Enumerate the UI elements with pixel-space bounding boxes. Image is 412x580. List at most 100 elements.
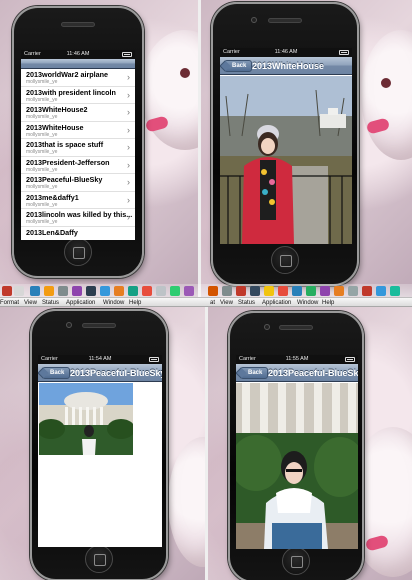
list-item[interactable]: 2013me&daffy1 mollysmile_ye › [21,192,135,209]
app-icon[interactable] [236,286,246,296]
nav-title: 2013Peaceful-BlueSky [70,368,162,378]
list-item-subtitle: mollysmile_ye [26,166,58,173]
app-icon[interactable] [390,286,400,296]
quadrant-bluesky-large: Carrier 11:55 AM Back 2013Peaceful-BlueS… [208,307,412,580]
clock-label: 11:55 AM [285,356,309,362]
list-item[interactable]: 2013worldWar2 airplane mollysmile_ye › [21,69,135,87]
nav-bar: Back 2013Peaceful-BlueSky [236,364,358,382]
chevron-right-icon: › [127,212,130,222]
clock-label: 11:46 AM [66,51,90,57]
camera-icon [264,324,270,330]
status-bar: Carrier 11:46 AM [21,50,135,59]
chevron-right-icon: › [127,159,130,170]
app-icon[interactable] [222,286,232,296]
chevron-right-icon: › [127,124,130,135]
app-icon[interactable] [128,286,138,296]
app-icon[interactable] [100,286,110,296]
photo-image [39,383,133,455]
photo-bluesky-small [39,383,133,455]
app-icon[interactable] [142,286,152,296]
photo-image [220,76,352,244]
list-item-title: 2013President-Jefferson [26,157,110,167]
back-button[interactable]: Back [42,367,71,379]
app-icon[interactable] [306,286,316,296]
iphone-frame: Carrier 11:54 AM Back 2013Peaceful-BlueS… [30,309,168,580]
list-item-title: 2013me&daffy1 [26,192,79,202]
iphone-frame: Carrier 11:55 AM Back 2013Peaceful-BlueS… [228,311,364,580]
app-icon[interactable] [278,286,288,296]
list-item[interactable]: 2013President-Jefferson mollysmile_ye › [21,157,135,174]
status-bar: Carrier 11:54 AM [38,355,162,364]
list-item-subtitle: mollysmile_ye [26,201,58,208]
app-icon[interactable] [292,286,302,296]
chevron-right-icon: › [127,194,130,205]
app-icon[interactable] [44,286,54,296]
app-icon[interactable] [184,286,194,296]
list-item-subtitle: mollysmile_ye [26,219,58,225]
app-icon[interactable] [376,286,386,296]
list-item-title: 2013that is space stuff [26,140,104,149]
list-item[interactable]: 2013with president lincoln mollysmile_ye › [21,87,135,104]
back-button[interactable]: Back [240,367,269,379]
photo-image [236,383,358,549]
app-icon[interactable] [320,286,330,296]
app-icon[interactable] [86,286,96,296]
list-item-subtitle: mollysmile_ye [26,114,58,120]
phone-screen: Carrier 11:54 AM Back 2013Peaceful-BlueS… [38,355,162,547]
status-bar: Carrier 11:55 AM [236,355,358,364]
chevron-right-icon: › [127,89,130,100]
app-icon[interactable] [362,286,372,296]
list-item-title: 2013WhiteHouse [26,122,84,132]
list-item[interactable]: 2013lincoln was killed by this... mollysm… [21,209,135,227]
back-button[interactable]: Back [224,60,253,72]
list-item-subtitle: mollysmile_ye [26,131,58,138]
app-icon[interactable] [170,286,180,296]
nav-bar: Back 2013Peaceful-BlueSky [38,364,162,382]
home-button-icon[interactable] [64,238,92,266]
app-icon[interactable] [208,286,218,296]
list-item-subtitle: mollysmile_ye [26,79,58,85]
list-item-title: 2013worldWar2 airplane [26,70,109,79]
battery-icon [339,50,349,55]
app-icon[interactable] [250,286,260,296]
battery-icon [122,52,132,57]
app-icon[interactable] [156,286,166,296]
home-button-icon[interactable] [85,545,113,573]
battery-icon [345,357,355,362]
clock-label: 11:54 AM [88,356,112,362]
speaker-icon [268,18,302,23]
speaker-icon [61,22,95,27]
clock-label: 11:46 AM [274,49,298,55]
list-item[interactable]: 2013that is space stuff mollysmile_ye › [21,139,135,157]
iphone-frame: Carrier 11:46 AM 2013worldWar2 airplane m… [12,6,144,278]
app-icon[interactable] [72,286,82,296]
nav-title: 2013Peaceful-BlueSky [268,368,358,378]
photo-whitehouse [220,76,352,244]
quadrant-bluesky-small: Carrier 11:54 AM Back 2013Peaceful-BlueS… [0,307,205,580]
quadrant-whitehouse: Carrier 11:46 AM Back 2013WhiteHouse [201,0,412,297]
speaker-icon [279,325,313,330]
phone-screen: Carrier 11:46 AM 2013worldWar2 airplane m… [21,50,135,240]
home-button-icon[interactable] [271,246,299,274]
menu-bar: Format View Status Application Window He… [0,297,412,307]
app-icon[interactable] [348,286,358,296]
screenshot-collage: Carrier 11:46 AM 2013worldWar2 airplane m… [0,0,412,580]
app-icon[interactable] [2,286,12,296]
list-item[interactable]: 2013WhiteHouse2 mollysmile_ye › [21,104,135,122]
app-icon[interactable] [114,286,124,296]
list-item-title: 2013with president lincoln [26,87,116,97]
speaker-icon [82,323,116,328]
chevron-right-icon: › [127,142,130,152]
list-item[interactable]: 2013WhiteHouse mollysmile_ye › [21,122,135,139]
app-icon[interactable] [58,286,68,296]
home-button-icon[interactable] [282,547,310,575]
app-icon[interactable] [14,286,24,296]
photo-bluesky-large [236,383,358,549]
album-list: 2013worldWar2 airplane mollysmile_ye › 201… [21,69,135,240]
app-icon[interactable] [264,286,274,296]
app-icon[interactable] [334,286,344,296]
list-item[interactable]: 2013Peaceful-BlueSky mollysmile_ye › [21,174,135,192]
nav-bar [21,59,135,69]
list-item[interactable]: 2013Len&Daffy [21,227,135,241]
app-icon[interactable] [30,286,40,296]
